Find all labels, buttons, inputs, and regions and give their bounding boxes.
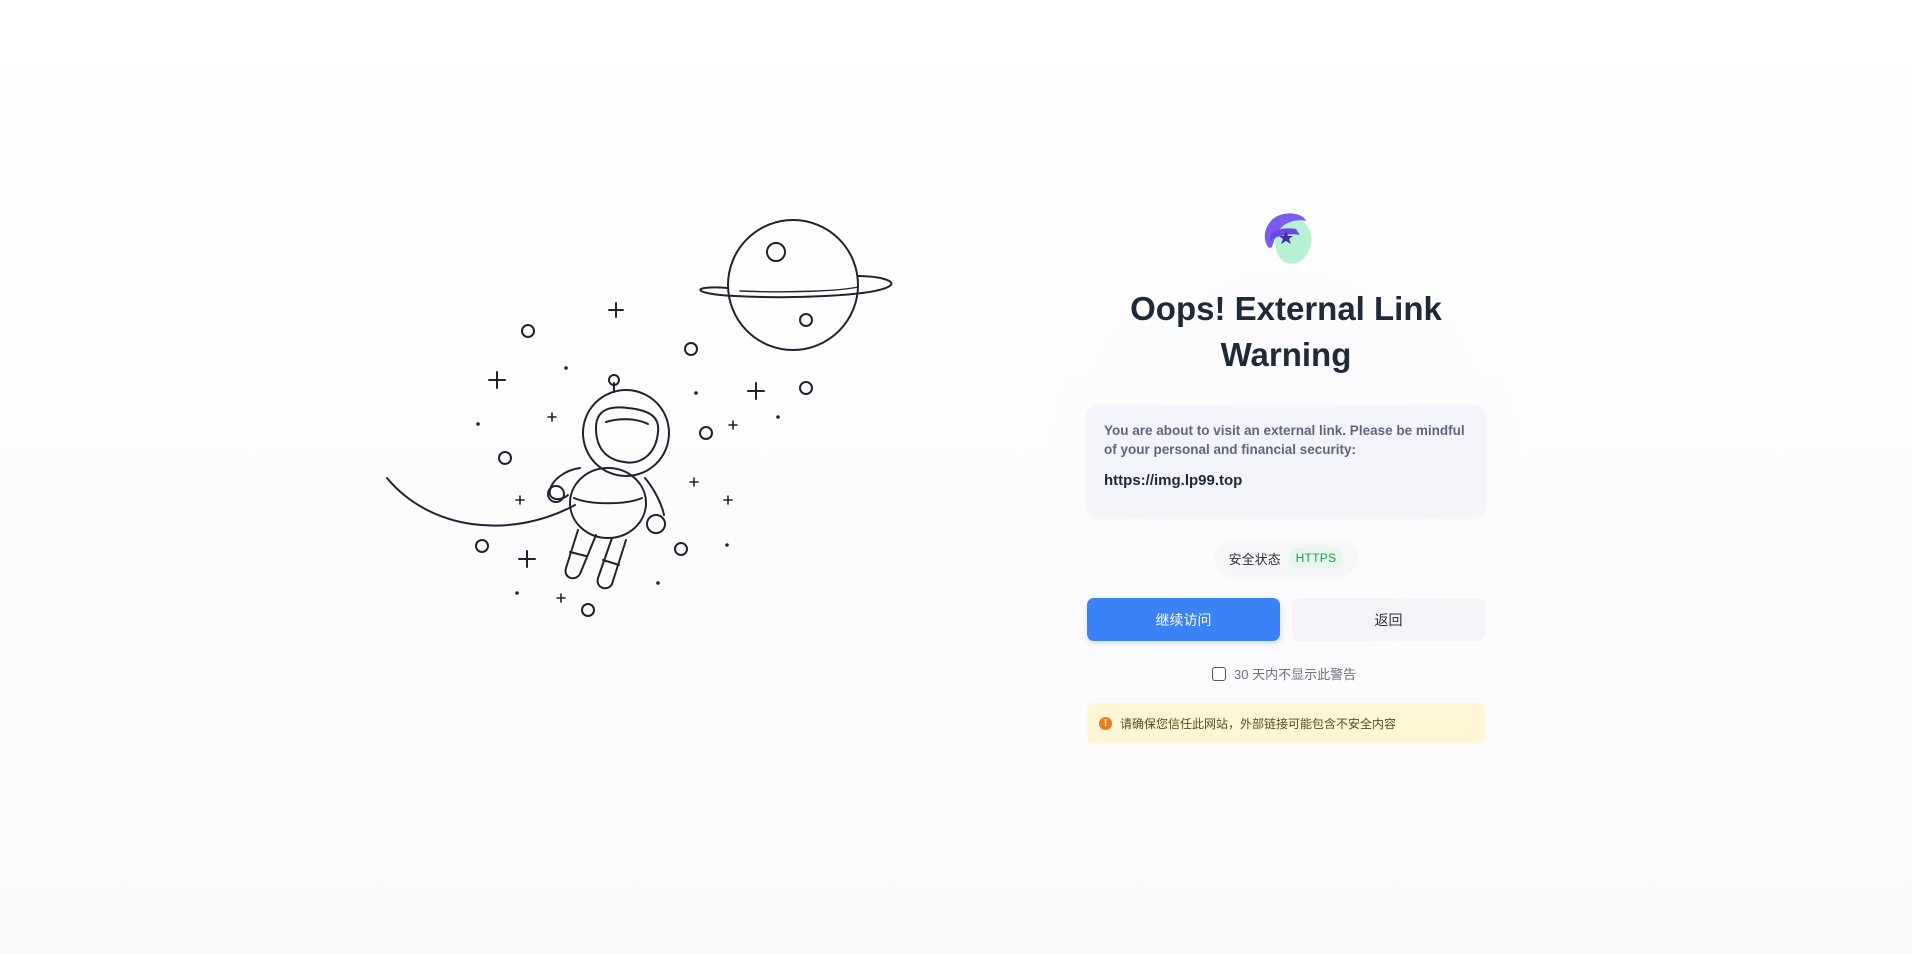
dont-show-checkbox[interactable]	[1212, 666, 1226, 681]
star-hat-mascot-icon	[1264, 213, 1312, 264]
external-link-info-box: You are about to visit an external link.…	[1087, 406, 1485, 516]
page: Oops! External Link Warning You are abou…	[0, 0, 1912, 954]
title-line-2: Warning	[1220, 336, 1352, 373]
info-message: You are about to visit an external link.…	[1104, 423, 1465, 457]
trust-warning-text: 请确保您信任此网站，外部链接可能包含不安全内容	[1120, 716, 1397, 731]
exclamation-circle-icon: !	[1099, 716, 1112, 730]
security-status: 安全状态 HTTPS	[1216, 541, 1356, 575]
continue-button[interactable]: 继续访问	[1087, 598, 1280, 641]
back-button[interactable]: 返回	[1292, 598, 1485, 641]
title-line-1: Oops! External Link	[1130, 290, 1442, 327]
https-badge: HTTPS	[1288, 548, 1344, 568]
external-url: https://img.lp99.top	[1104, 472, 1243, 489]
dont-show-label: 30 天内不显示此警告	[1234, 667, 1357, 682]
dont-show-option[interactable]: 30 天内不显示此警告	[1212, 664, 1356, 683]
security-status-label: 安全状态	[1228, 551, 1281, 567]
page-title: Oops! External Link Warning	[1086, 286, 1486, 378]
astronaut-planet-icon	[386, 219, 893, 617]
trust-warning: ! 请确保您信任此网站，外部链接可能包含不安全内容	[1087, 703, 1485, 743]
